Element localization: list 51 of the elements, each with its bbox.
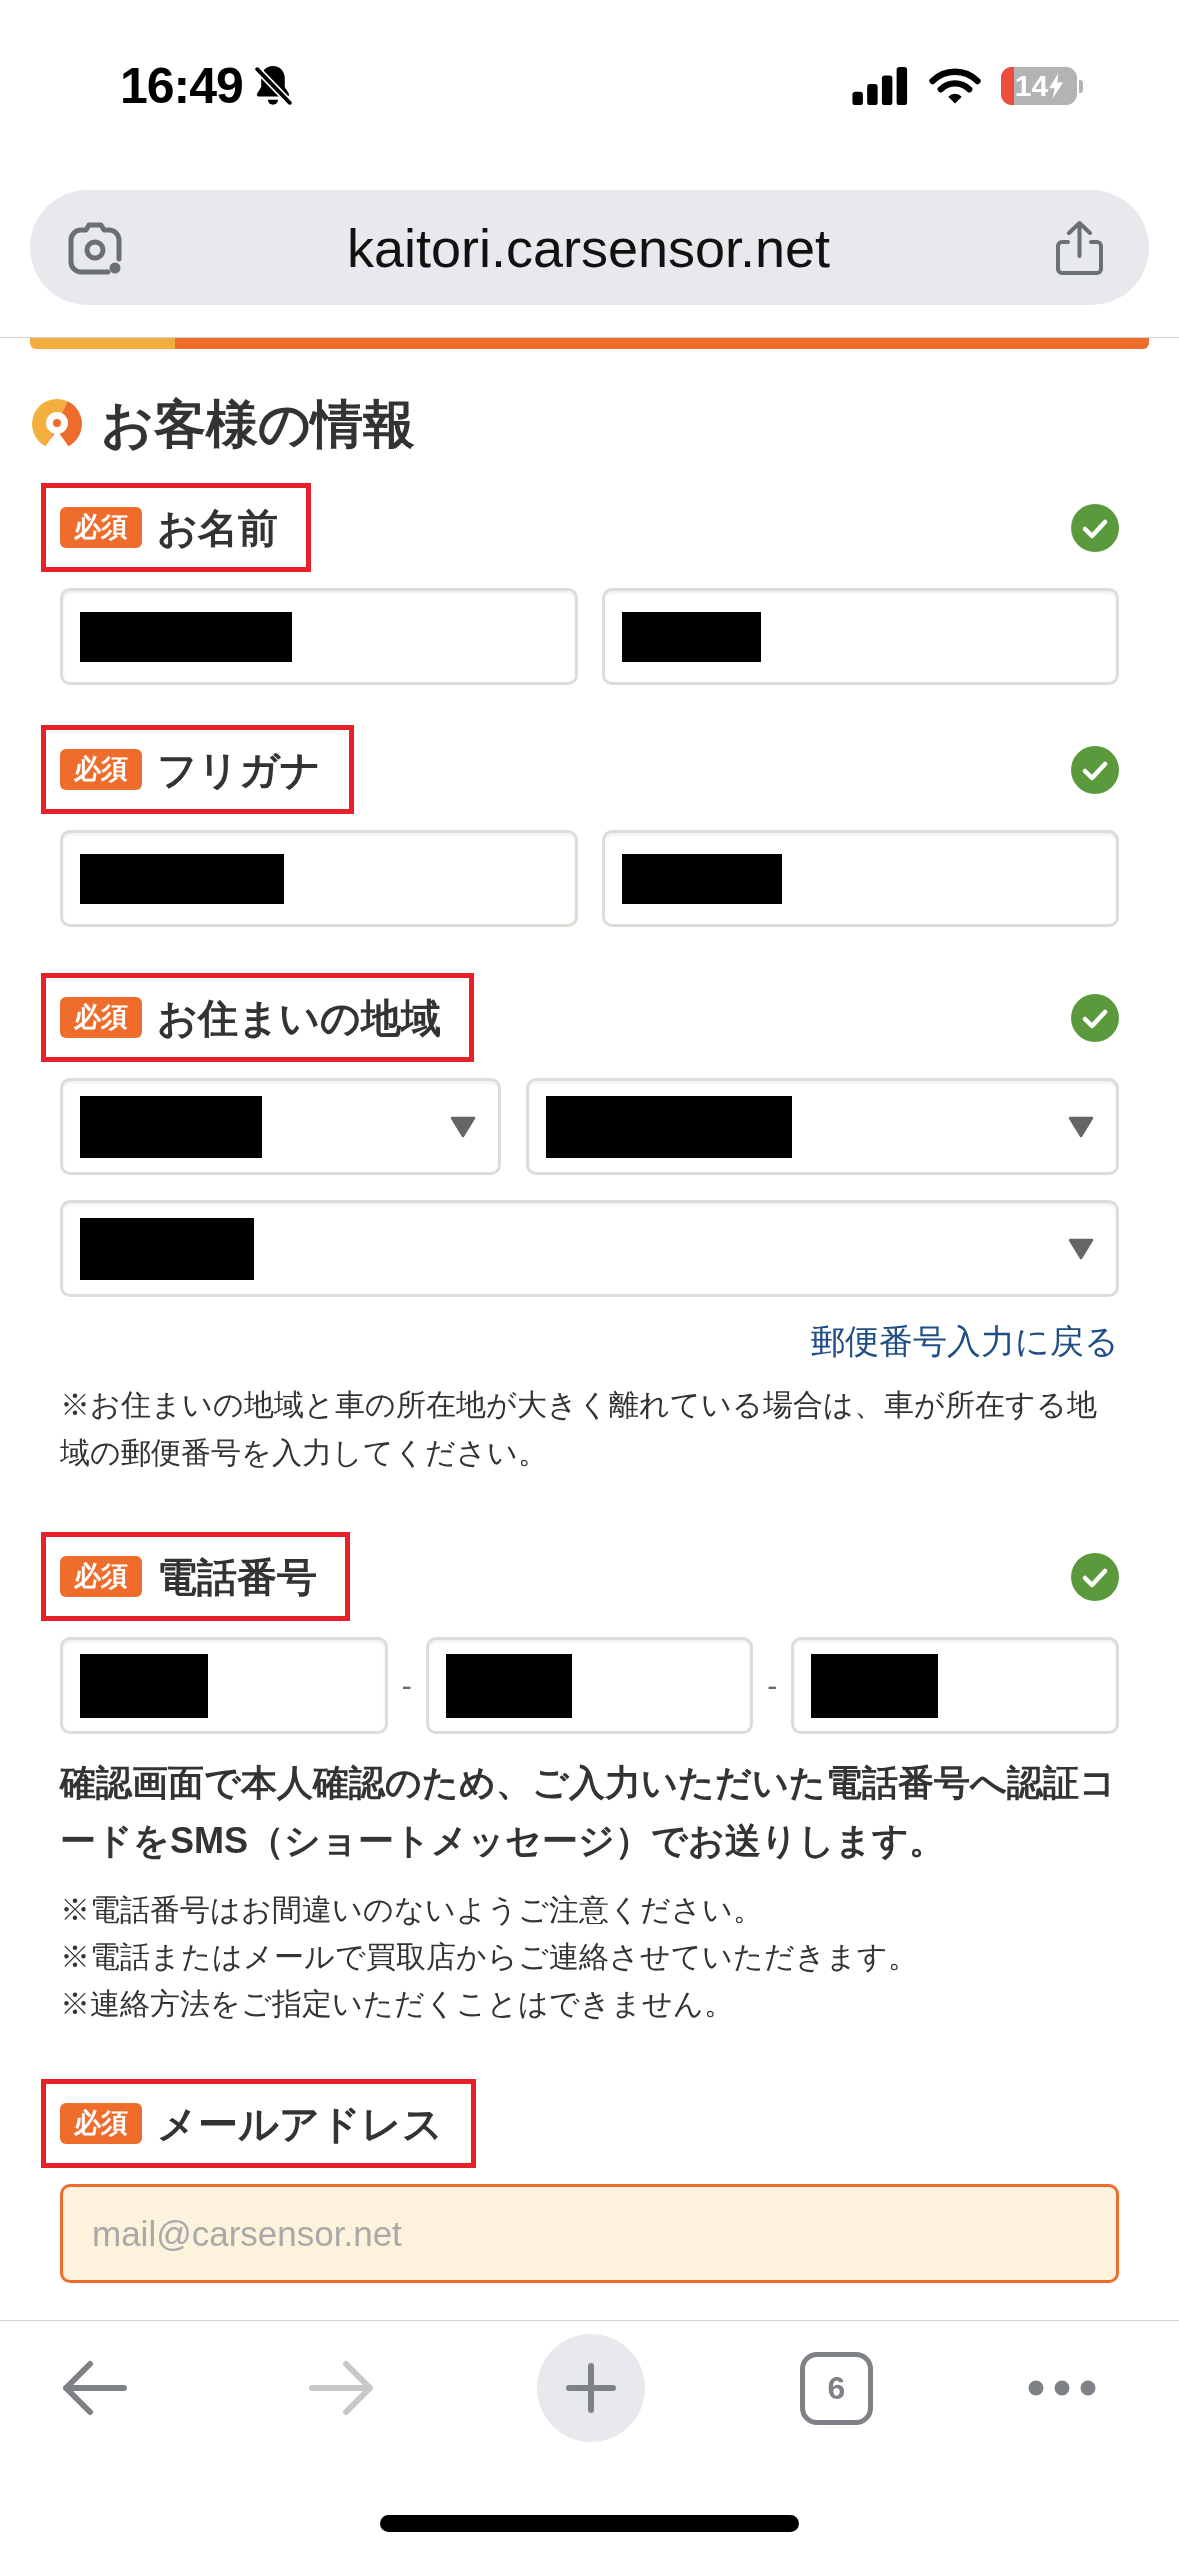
share-icon[interactable] (1055, 219, 1104, 276)
more-icon (1028, 2380, 1096, 2396)
section-title: お客様の情報 (101, 398, 415, 450)
field-label: お住まいの地域 (157, 997, 441, 1038)
battery-percent: 14 (1014, 71, 1049, 101)
circle-pin-icon (30, 399, 84, 449)
text-field[interactable] (601, 588, 1119, 685)
url-text: kaitori.carsensor.net (345, 220, 832, 275)
back-arrow-icon (62, 2360, 128, 2416)
field-label: お名前 (157, 507, 278, 548)
required-badge: 必須 (60, 1556, 142, 1597)
text-field[interactable] (60, 588, 578, 685)
caret-down-icon (1068, 1237, 1094, 1260)
battery-fill (1001, 67, 1014, 105)
back-button[interactable] (62, 2360, 128, 2416)
sms-notice: 確認画面で本人確認のため、ご入力いただいた電話番号へ認証コードをSMS（ショートメッセージ）でお送りします。 (60, 1761, 1117, 1863)
text-field[interactable] (601, 830, 1119, 927)
tabs-button[interactable]: 6 (800, 2351, 873, 2425)
separator-dash: - (401, 1670, 412, 1701)
field-label: フリガナ (157, 749, 321, 790)
caret-down-icon (450, 1115, 477, 1138)
wifi-icon (929, 68, 981, 104)
postal-code-link[interactable]: 郵便番号入力に戻る (811, 1321, 1119, 1361)
note-text: ※電話番号はお間違いのないようご注意ください。 (60, 1892, 764, 1928)
text-field[interactable] (791, 1637, 1119, 1734)
camera-icon[interactable] (68, 220, 122, 275)
separator-dash: - (767, 1670, 778, 1701)
note-text: ※電話またはメールで買取店からご連絡させていただきます。 (60, 1939, 919, 1975)
field-label: 電話番号 (157, 1556, 317, 1597)
signal-icon (851, 67, 909, 105)
required-badge: 必須 (60, 997, 142, 1038)
dropdown[interactable] (526, 1078, 1119, 1175)
caret-down-icon (1068, 1115, 1094, 1138)
text-field[interactable] (60, 830, 578, 927)
address-bar[interactable]: kaitori.carsensor.net (30, 190, 1149, 305)
text-field[interactable] (60, 1637, 388, 1734)
forward-arrow-icon (308, 2360, 374, 2416)
required-badge: 必須 (60, 749, 142, 790)
plus-icon (566, 2363, 616, 2413)
required-badge: 必須 (60, 2103, 142, 2144)
status-time: 16:49 (120, 62, 243, 110)
required-badge: 必須 (60, 507, 142, 548)
dropdown[interactable] (60, 1200, 1119, 1297)
text-field[interactable] (425, 1637, 754, 1734)
bolt-icon (1049, 73, 1064, 99)
note-text: ※お住まいの地域と車の所在地が大きく離れている場合は、車が所在する地域の郵便番号を入力してください。 (60, 1387, 1098, 1471)
field-label: メールアドレス (157, 2103, 443, 2144)
note-text: ※連絡方法をご指定いただくことはできません。 (60, 1986, 735, 2022)
more-button[interactable] (1028, 2380, 1096, 2396)
dropdown[interactable] (60, 1078, 502, 1175)
email-field[interactable]: mail@carsensor.net (60, 2184, 1119, 2283)
